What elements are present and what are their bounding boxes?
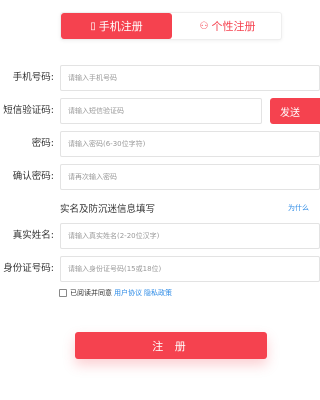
phone-label: 手机号码: — [12, 72, 54, 83]
password-input[interactable] — [60, 131, 320, 157]
phone-row: 手机号码: — [0, 65, 320, 91]
phone-input[interactable] — [60, 65, 320, 91]
realname-input[interactable] — [60, 223, 320, 249]
sms-code-input[interactable] — [60, 98, 262, 124]
password-label: 密码: — [31, 138, 54, 149]
personal-icon: ⚇ — [199, 20, 209, 32]
tab-personal-register[interactable]: ⚇ 个性注册 — [172, 13, 281, 39]
idcard-label: 身份证号码: — [3, 263, 54, 274]
confirm-password-label: 确认密码: — [12, 171, 54, 182]
send-code-button[interactable]: 发送 — [270, 98, 320, 124]
sms-label: 短信验证码: — [3, 105, 54, 116]
why-link[interactable]: 为什么 — [288, 203, 309, 213]
realname-row: 真实姓名: — [0, 223, 320, 249]
agreement-text: 已阅读并同意 — [70, 289, 112, 297]
confirm-password-input[interactable] — [60, 164, 320, 190]
confirm-password-row: 确认密码: — [0, 164, 320, 190]
tab-mobile-register-label: 手机注册 — [98, 20, 143, 33]
idcard-input[interactable] — [60, 256, 320, 282]
agreement-checkbox[interactable] — [59, 289, 67, 297]
user-agreement-link[interactable]: 用户协议 — [114, 288, 142, 298]
register-tabs: ▯ 手机注册 ⚇ 个性注册 — [60, 12, 282, 40]
password-row: 密码: — [0, 131, 320, 157]
mobile-phone-icon: ▯ — [90, 20, 96, 32]
sms-row: 短信验证码: 发送 — [0, 98, 320, 124]
realname-label: 真实姓名: — [12, 230, 54, 241]
idcard-row: 身份证号码: — [0, 256, 320, 282]
agreement-row: 已阅读并同意 用户协议 隐私政策 — [59, 288, 172, 298]
privacy-policy-link[interactable]: 隐私政策 — [144, 288, 172, 298]
register-submit-button[interactable]: 注 册 — [75, 332, 267, 359]
tab-personal-register-label: 个性注册 — [211, 20, 256, 33]
realname-section-title: 实名及防沉迷信息填写 — [60, 204, 156, 215]
tab-mobile-register[interactable]: ▯ 手机注册 — [61, 13, 172, 39]
